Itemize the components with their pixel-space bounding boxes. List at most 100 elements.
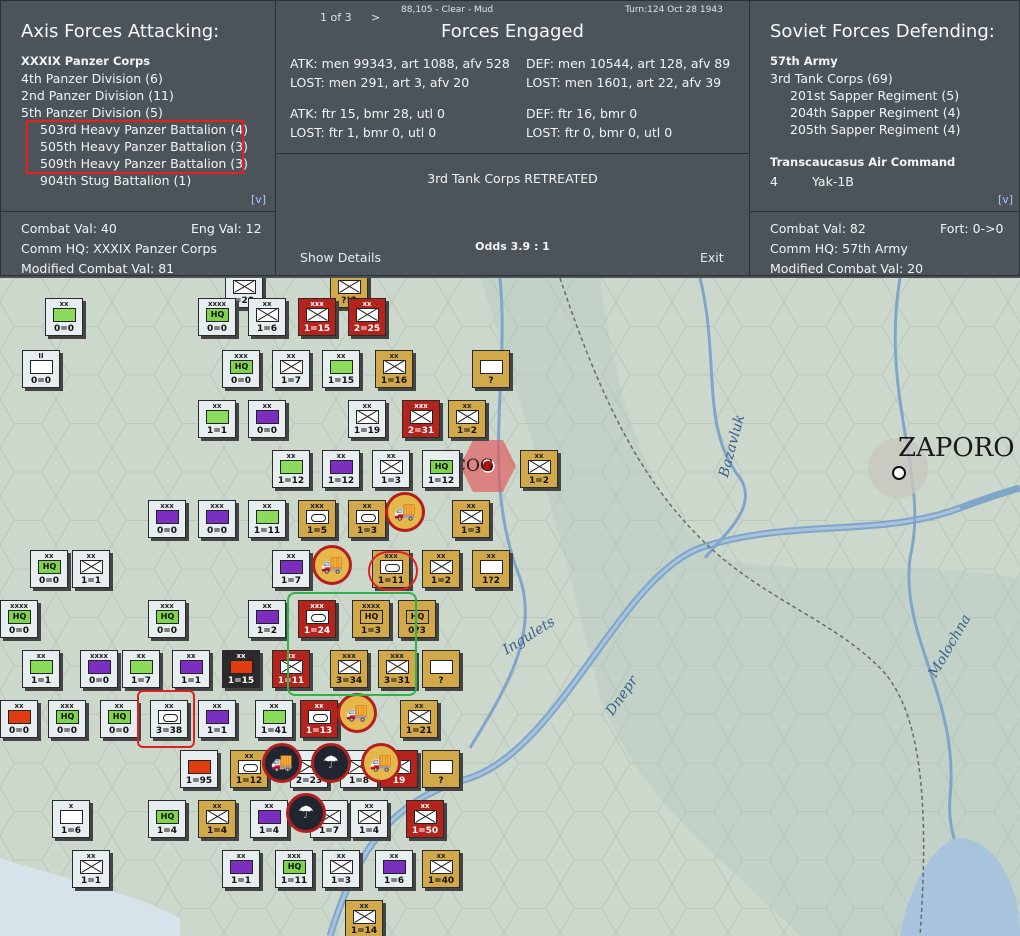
unit-counter[interactable]: xx 1=1 (198, 400, 236, 438)
unit-counter[interactable]: xx 0=0 (248, 400, 286, 438)
tank-icon[interactable]: 🚚 (337, 693, 377, 733)
unit-size-label: xx (286, 352, 296, 360)
unit-counter[interactable]: xx 1=1 (222, 850, 260, 888)
unit-size-label: xx (386, 452, 396, 460)
unit-counter[interactable]: xx 1=1 (22, 650, 60, 688)
show-details-button[interactable]: Show Details (300, 250, 381, 265)
unit-counter[interactable]: xx 1=11 (248, 500, 286, 538)
unit-counter[interactable]: xx 1=1 (72, 550, 110, 588)
unit-counter[interactable]: xx 1=3 (452, 500, 490, 538)
unit-counter[interactable]: xxx 1=15 (298, 298, 336, 336)
paratrooper-icon[interactable]: ☂ (286, 793, 326, 833)
unit-counter[interactable]: xx HQ 0=0 (100, 700, 138, 738)
soviet-air-command[interactable]: Transcaucasus Air Command (770, 154, 955, 171)
unit-counter[interactable]: xxx HQ 0=0 (148, 600, 186, 638)
unit-counter[interactable]: xx HQ 0=0 (30, 550, 68, 588)
city-marker-icon[interactable] (892, 466, 906, 480)
axis-unit[interactable]: 2nd Panzer Division (11) (21, 87, 271, 104)
axis-unit[interactable]: 904th Stug Battalion (1) (21, 172, 271, 189)
unit-counter[interactable]: HQ 1=4 (148, 800, 186, 838)
unit-counter[interactable]: xx 1=40 (422, 850, 460, 888)
unit-counter[interactable]: ? (422, 650, 460, 688)
axis-unit[interactable]: 5th Panzer Division (5) (21, 104, 271, 121)
unit-counter[interactable]: xx 1=3 (348, 500, 386, 538)
tank-icon[interactable]: 🚚 (385, 492, 425, 532)
unit-counter[interactable]: xxx 0=0 (148, 500, 186, 538)
unit-counter[interactable]: ? (422, 750, 460, 788)
unit-strength: 1=12 (277, 476, 305, 486)
unit-counter[interactable]: ? (472, 350, 510, 388)
unit-size-label: xxx (160, 502, 174, 510)
unit-counter[interactable]: xxxx HQ 0=0 (198, 298, 236, 336)
unit-counter[interactable]: xxxx HQ 0=0 (0, 600, 38, 638)
unit-counter[interactable]: xxx HQ 0=0 (222, 350, 260, 388)
unit-counter[interactable]: xx 1=6 (375, 850, 413, 888)
unit-counter[interactable]: xx 1=6 (248, 298, 286, 336)
unit-strength: 1=2 (456, 426, 478, 436)
unit-counter[interactable]: xx 1=2 (520, 450, 558, 488)
unit-counter[interactable]: xx 1=50 (406, 800, 444, 838)
unit-counter[interactable]: xx 1=15 (222, 650, 260, 688)
unit-counter[interactable]: xxx HQ 0=0 (48, 700, 86, 738)
unit-counter[interactable]: xx 1=4 (350, 800, 388, 838)
soviet-unit[interactable]: 204th Sapper Regiment (4) (790, 104, 961, 121)
unit-counter[interactable]: xx 1=7 (272, 550, 310, 588)
unit-counter[interactable]: xx 0=0 (0, 700, 38, 738)
unit-symbol-icon (180, 660, 203, 674)
soviet-unit[interactable]: 201st Sapper Regiment (5) (790, 87, 959, 104)
unit-counter[interactable]: xx 1=3 (372, 450, 410, 488)
unit-counter[interactable]: xxx 2=31 (402, 400, 440, 438)
unit-counter[interactable]: xx 1=16 (375, 350, 413, 388)
unit-strength: 1=95 (185, 776, 213, 786)
unit-symbol-icon (230, 660, 253, 674)
unit-counter[interactable]: xx 1=3 (322, 850, 360, 888)
unit-counter[interactable]: xx 1=12 (322, 450, 360, 488)
unit-counter[interactable]: xx 1=7 (122, 650, 160, 688)
soviet-expand-link[interactable]: [v] (998, 193, 1013, 206)
exit-button[interactable]: Exit (700, 250, 724, 265)
unit-counter[interactable]: II 0=0 (22, 350, 60, 388)
unit-counter[interactable]: xx 1=14 (345, 900, 383, 936)
unit-counter[interactable]: 1=95 (180, 750, 218, 788)
unit-counter[interactable]: xx 0=0 (45, 298, 83, 336)
paratrooper-icon[interactable]: ☂ (311, 743, 351, 783)
unit-counter[interactable]: xxxx 0=0 (80, 650, 118, 688)
unit-counter[interactable]: xx 1=41 (255, 700, 293, 738)
unit-counter[interactable]: xx 1=4 (250, 800, 288, 838)
unit-size-label: x (68, 802, 74, 810)
unit-counter[interactable]: HQ 1=12 (422, 450, 460, 488)
unit-counter[interactable]: xx 1=2 (248, 600, 286, 638)
unit-counter[interactable]: x 1=6 (52, 800, 90, 838)
unit-counter[interactable]: xx 1=4 (198, 800, 236, 838)
hex-map[interactable]: ZAPORO Bazavluk Ingulets Dnepr Molochna … (0, 278, 1020, 936)
unit-counter[interactable]: xx 1=7 (272, 350, 310, 388)
unit-counter[interactable]: xx 1=2 (422, 550, 460, 588)
axis-unit[interactable]: 4th Panzer Division (6) (21, 70, 271, 87)
soviet-unit[interactable]: 205th Sapper Regiment (4) (790, 121, 961, 138)
infantry-symbol-icon (80, 860, 103, 874)
unit-counter[interactable]: xx 1=2 (448, 400, 486, 438)
unit-counter[interactable]: xx 1=1 (72, 850, 110, 888)
tank-icon[interactable]: 🚚 (262, 743, 302, 783)
tank-icon[interactable]: 🚚 (361, 743, 401, 783)
unit-counter[interactable]: xx 1=15 (322, 350, 360, 388)
unit-counter[interactable]: xx 1=1 (198, 700, 236, 738)
unit-counter[interactable]: xxx 0=0 (198, 500, 236, 538)
unit-counter[interactable]: xx 2=25 (348, 298, 386, 336)
unit-counter[interactable]: xx 1=21 (400, 700, 438, 738)
unit-counter[interactable]: xx 1?2 (472, 550, 510, 588)
unit-counter[interactable]: xx 1=19 (348, 400, 386, 438)
unit-counter[interactable]: xxx HQ 1=11 (275, 850, 313, 888)
unit-symbol-icon (206, 710, 229, 724)
soviet-unit[interactable]: 3rd Tank Corps (69) (770, 70, 893, 87)
unit-counter[interactable]: xx 1=13 (300, 700, 338, 738)
unit-size-label: xx (359, 902, 369, 910)
tank-icon[interactable]: 🚚 (312, 545, 352, 585)
unit-counter[interactable]: xx 1=1 (172, 650, 210, 688)
soviet-army[interactable]: 57th Army (770, 53, 838, 70)
axis-unit[interactable]: XXXIX Panzer Corps (21, 53, 271, 70)
axis-expand-link[interactable]: [v] (251, 193, 266, 206)
unit-counter[interactable]: xx 1=12 (272, 450, 310, 488)
unit-strength: 1=50 (411, 826, 439, 836)
unit-counter[interactable]: xxx 1=5 (298, 500, 336, 538)
